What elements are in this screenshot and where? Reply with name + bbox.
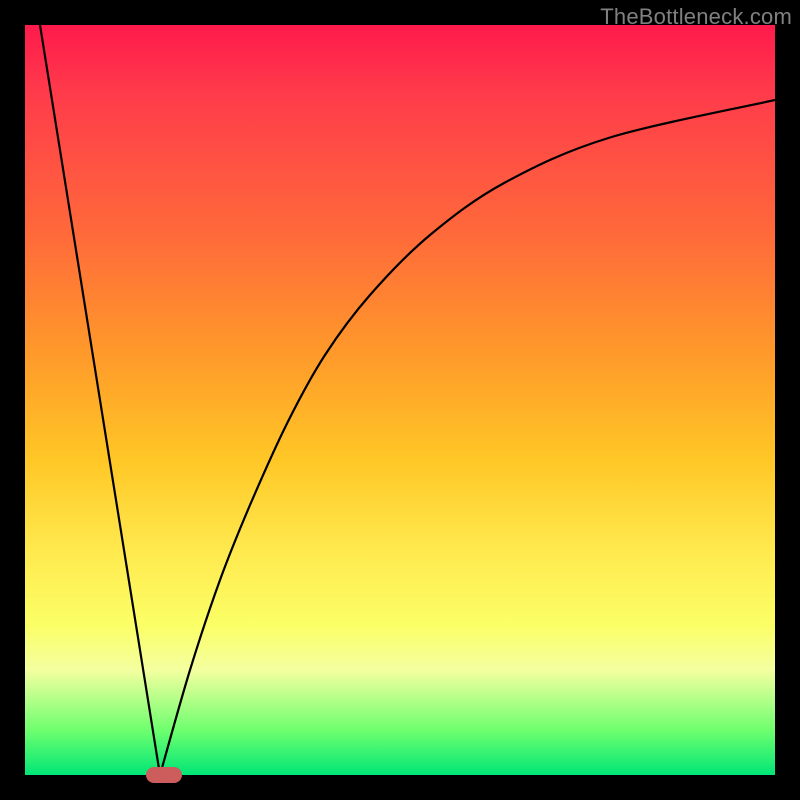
curves-svg <box>25 25 775 775</box>
bottleneck-marker <box>146 767 182 783</box>
left-curve-path <box>40 25 160 775</box>
chart-frame: TheBottleneck.com <box>0 0 800 800</box>
plot-area <box>25 25 775 775</box>
watermark-text: TheBottleneck.com <box>600 4 792 30</box>
right-curve-path <box>160 100 775 775</box>
